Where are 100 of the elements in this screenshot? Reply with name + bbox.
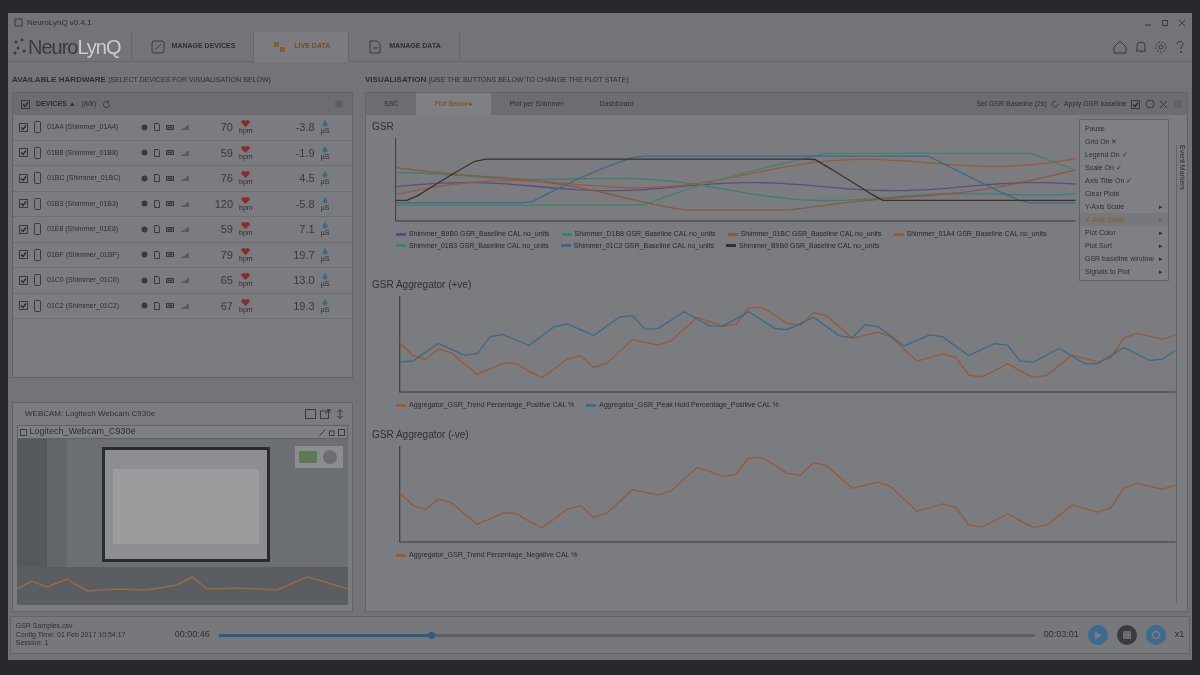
battery-icon [166,277,175,283]
battery-icon [166,226,175,232]
help-icon[interactable] [1173,38,1186,55]
drop-icon [321,222,328,230]
play-icon [1093,630,1102,640]
refresh-icon[interactable] [102,99,111,109]
checkbox[interactable] [19,224,28,234]
heart-icon [241,273,251,281]
document-icon [367,38,384,55]
signal-icon [181,302,189,309]
drop-icon [321,298,328,306]
signal-icon [181,124,189,131]
gsr-value: 4.5 [298,171,315,186]
drop-icon [321,247,328,255]
battery-icon [166,150,175,156]
close-icon[interactable] [1178,18,1186,27]
speed-label: x1 [1174,628,1185,642]
heart-rate: 120 [213,196,233,212]
gsr-value: -1.9 [294,145,315,161]
heart-icon [241,196,251,204]
checkbox[interactable] [19,173,28,183]
pop-out-icon[interactable] [320,409,331,419]
signal-icon [181,175,189,182]
checkbox[interactable] [19,275,28,285]
battery-icon [166,124,175,130]
heart-icon [241,171,251,179]
checkbox[interactable] [19,301,28,311]
gsr-value: 19.7 [292,247,315,263]
signal-icon [181,200,189,207]
gsr-value: -3.8 [294,120,315,135]
phone-icon [34,223,41,236]
drop-icon [321,196,328,204]
checkbox[interactable] [19,199,28,209]
phone-icon [34,248,41,261]
drop-icon [321,145,328,153]
gsr-value: -5.8 [294,196,315,212]
drop-icon [321,273,328,281]
logo-text: NeuroLynQ [28,31,132,62]
battery-icon [166,252,175,258]
checkbox[interactable] [21,99,30,109]
heart-icon [241,298,251,306]
sd-card-icon [154,199,160,208]
stream-title: Logitech_Webcam_C930e [29,425,136,439]
sd-card-icon [154,250,160,259]
heart-rate: 70 [219,120,233,135]
gsr-value: 7.1 [298,222,315,237]
heart-icon [241,247,251,255]
battery-icon [166,303,175,309]
checkbox[interactable] [19,250,28,260]
battery-icon [166,175,175,181]
phone-icon [34,172,41,185]
sd-card-icon [154,301,160,310]
elapsed-time: 00:00:46 [174,628,210,642]
heart-rate: 59 [219,222,233,237]
stop-icon [1122,631,1131,639]
window-icon[interactable] [304,409,316,419]
heart-rate: 67 [219,298,233,314]
heart-rate: 65 [219,273,233,288]
heart-rate: 59 [219,145,233,161]
plot-title: GSR Aggregator (+ve) [372,278,472,292]
sd-card-icon [154,123,160,132]
heart-icon [241,222,251,230]
drop-icon [321,120,328,128]
app-icon [14,18,23,27]
battery-icon [166,201,175,207]
sd-card-icon [154,276,160,285]
stop-button[interactable] [1116,625,1137,645]
phone-icon [34,146,41,159]
heart-rate: 79 [219,247,233,263]
plot-title: GSR Aggregator (-ve) [372,428,469,442]
maximize-icon[interactable] [1161,18,1169,27]
total-time: 00:03:01 [1043,628,1079,642]
phone-icon [34,274,41,287]
signal-icon [181,251,189,258]
gsr-value: 13.0 [292,273,315,288]
phone-icon [34,197,41,210]
drop-icon [321,171,328,179]
refresh-icon[interactable] [1051,100,1060,108]
restore-icon[interactable] [328,428,336,436]
sd-card-icon [154,225,160,234]
panel-title: WEBCAM: Logitech Webcam C930e [24,408,156,420]
heart-icon [241,145,251,153]
slider-thumb[interactable] [427,631,435,639]
checkbox[interactable] [19,148,28,158]
checkbox[interactable] [1131,99,1140,109]
signal-icon [181,149,189,156]
sd-card-icon [154,174,160,183]
phone-icon [34,299,41,312]
signal-icon [181,226,189,233]
phone-icon [34,121,41,134]
window-title: NeuroLynQ v0.4.1 [27,16,92,29]
gsr-value: 19.3 [292,298,315,314]
heart-rate: 76 [219,171,233,186]
home-icon[interactable] [1112,38,1129,55]
brain-dots-icon [12,36,28,57]
heart-icon [241,120,251,128]
checkbox[interactable] [19,122,28,132]
plot-title: GSR [372,120,394,134]
window-icon [20,428,28,436]
sd-card-icon [154,148,160,157]
